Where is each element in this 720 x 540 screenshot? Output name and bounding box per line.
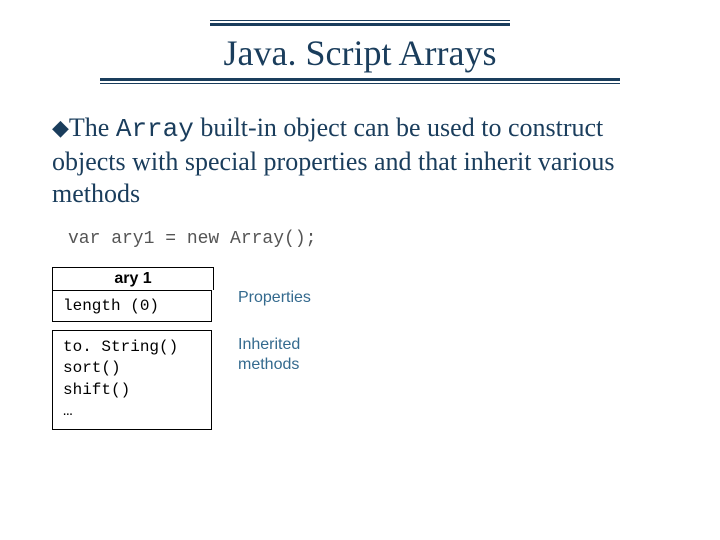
slide-body: ◆The Array built-in object can be used t… <box>52 112 668 249</box>
label-gap <box>238 323 311 335</box>
method-item: sort() <box>63 358 201 380</box>
object-name-header: ary 1 <box>52 267 214 290</box>
bullet-text-pre: The <box>69 113 116 142</box>
title-rule <box>100 83 620 84</box>
object-diagram: ary 1 length (0) to. String() sort() shi… <box>52 267 720 430</box>
method-item: shift() <box>63 380 201 402</box>
label-line: Inherited <box>238 335 311 356</box>
title-rule <box>100 78 620 81</box>
methods-cell: to. String() sort() shift() … <box>52 330 212 430</box>
box-gap <box>52 322 214 330</box>
bullet-item: ◆The Array built-in object can be used t… <box>52 112 668 211</box>
property-cell: length (0) <box>52 290 212 322</box>
label-column: Properties Inherited methods <box>238 267 311 430</box>
diamond-bullet-icon: ◆ <box>52 115 69 140</box>
label-line: methods <box>238 355 311 376</box>
inherited-methods-label: Inherited methods <box>238 335 311 377</box>
slide-title: Java. Script Arrays <box>0 32 720 74</box>
title-rule <box>210 23 510 26</box>
code-example: var ary1 = new Array(); <box>68 229 668 249</box>
inline-code: Array <box>116 114 194 144</box>
slide-title-block: Java. Script Arrays <box>0 0 720 84</box>
properties-label: Properties <box>238 289 311 323</box>
method-item: … <box>63 401 201 423</box>
title-rule <box>210 20 510 21</box>
method-item: to. String() <box>63 337 201 359</box>
object-box-column: ary 1 length (0) to. String() sort() shi… <box>52 267 214 430</box>
